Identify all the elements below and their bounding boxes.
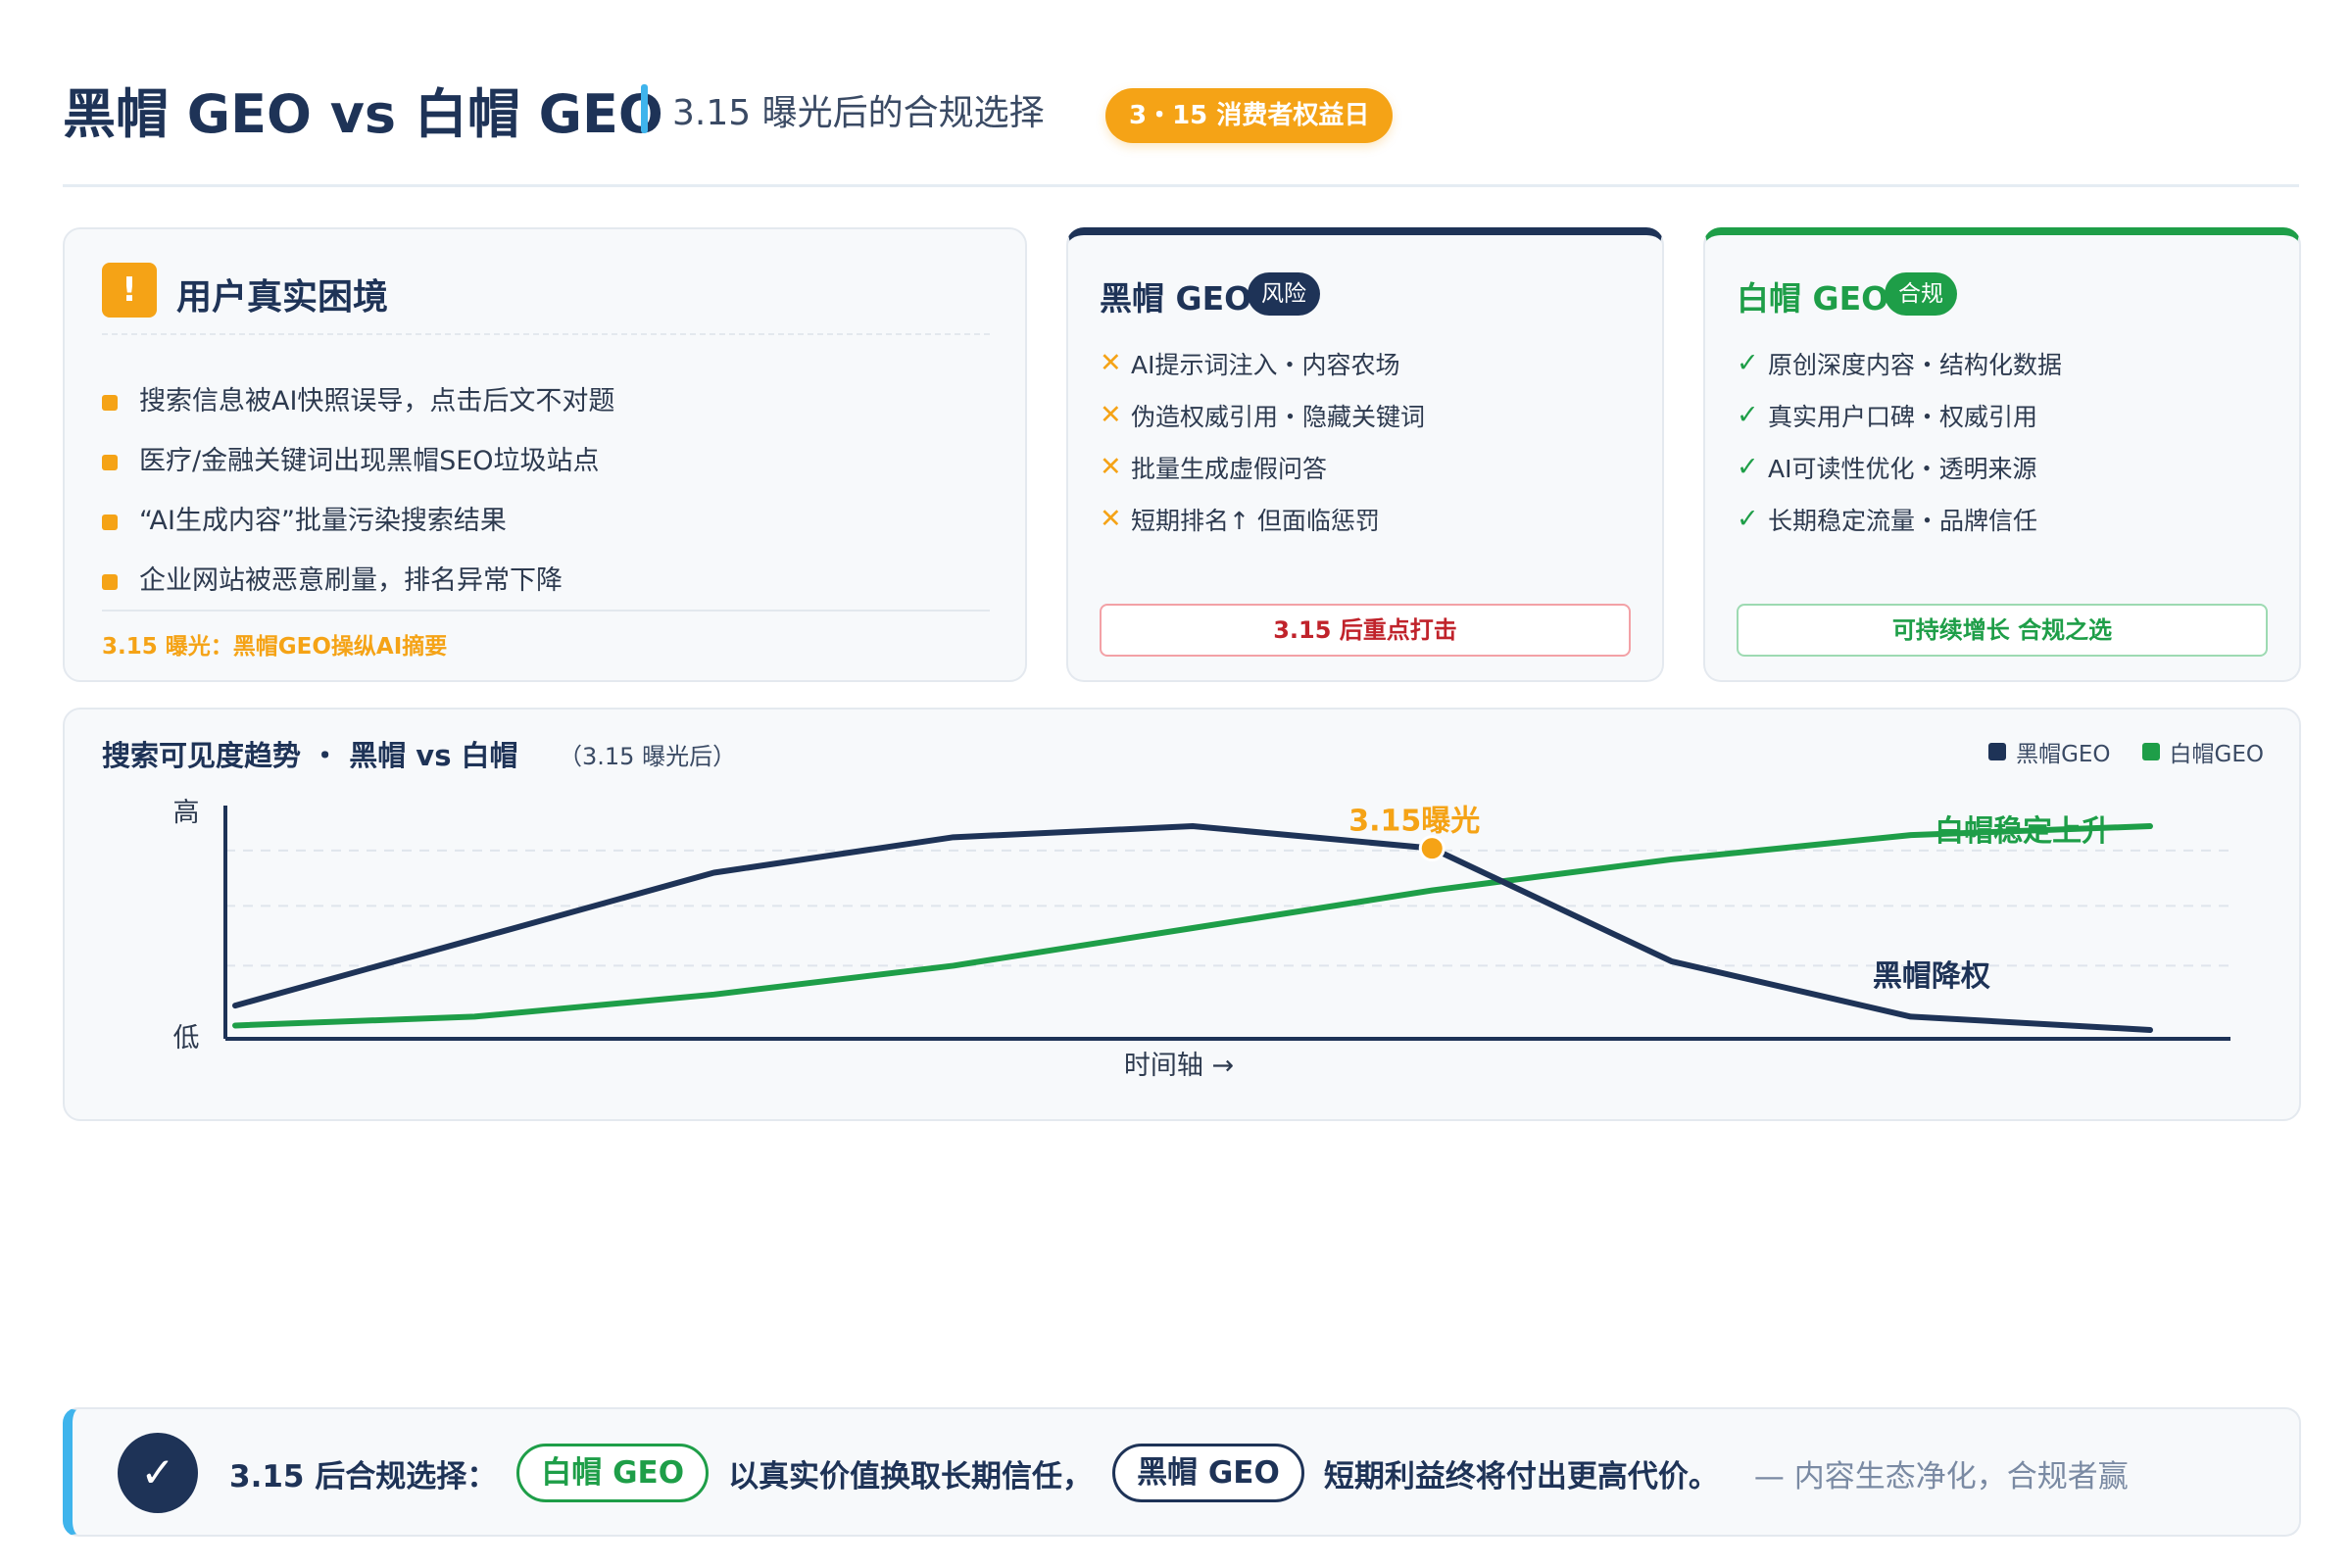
title-accent-bar xyxy=(641,84,648,133)
cross-icon: ✕ xyxy=(1100,504,1122,534)
conclusion-text: 3.15 后合规选择： 白帽 GEO 以真实价值换取长期信任， 黑帽 GEO 短… xyxy=(229,1439,2129,1507)
page-subtitle: 3.15 曝光后的合规选择 xyxy=(672,93,1045,133)
check-icon: ✓ xyxy=(1737,400,1759,430)
conclusion-dash-tail: — 内容生态净化，合规者赢 xyxy=(1753,1458,2129,1494)
list-item: 搜索信息被AI快照误导，点击后文不对题 xyxy=(102,368,990,428)
white-item-text: 真实用户口碑・权威引用 xyxy=(1768,402,2038,431)
conclusion-lead: 3.15 后合规选择： xyxy=(229,1458,498,1494)
compliant-tag: 合规 xyxy=(1885,272,1957,316)
y-label-high: 高 xyxy=(173,798,200,828)
list-item: ✓ 原创深度内容・结构化数据 xyxy=(1737,337,2062,389)
white-geo-footer: 可持续增长 合规之选 xyxy=(1737,604,2268,657)
list-item: 医疗/金融关键词出现黑帽SEO垃圾站点 xyxy=(102,428,990,488)
list-item: ✕ 批量生成虚假问答 xyxy=(1100,441,1425,493)
list-item: “AI生成内容”批量污染搜索结果 xyxy=(102,488,990,548)
cross-icon: ✕ xyxy=(1100,452,1122,482)
pain-title: 用户真实困境 xyxy=(176,277,389,318)
black-geo-card: 黑帽 GEO 风险 ✕ AI提示词注入・内容农场 ✕ 伪造权威引用・隐藏关键词 ✕ 批… xyxy=(1066,227,1664,682)
exposure-marker xyxy=(1418,835,1446,862)
square-bullet-icon xyxy=(102,394,118,411)
check-icon: ✓ xyxy=(1737,452,1759,482)
cross-icon: ✕ xyxy=(1100,348,1122,378)
exposure-label: 3.15曝光 xyxy=(1348,805,1480,839)
warning-icon: ! xyxy=(102,263,157,318)
black-item-text: 伪造权威引用・隐藏关键词 xyxy=(1131,402,1426,431)
list-item: ✓ 长期稳定流量・品牌信任 xyxy=(1737,493,2062,545)
list-item: ✓ AI可读性优化・透明来源 xyxy=(1737,441,2062,493)
white-geo-card: 白帽 GEO 合规 ✓ 原创深度内容・结构化数据 ✓ 真实用户口碑・权威引用 ✓ AI… xyxy=(1703,227,2301,682)
pain-item-text: 搜索信息被AI快照误导，点击后文不对题 xyxy=(139,386,615,416)
white-item-text: 原创深度内容・结构化数据 xyxy=(1768,350,2063,379)
square-bullet-icon xyxy=(102,454,118,470)
check-circle-icon: ✓ xyxy=(118,1433,198,1513)
black-item-text: AI提示词注入・内容农场 xyxy=(1131,350,1400,379)
conclusion-banner: ✓ 3.15 后合规选择： 白帽 GEO 以真实价值换取长期信任， 黑帽 GEO… xyxy=(63,1407,2301,1537)
header-divider xyxy=(63,184,2299,187)
pain-footer: 3.15 曝光：黑帽GEO操纵AI摘要 xyxy=(102,634,448,660)
pain-points-card: ! 用户真实困境 搜索信息被AI快照误导，点击后文不对题 医疗/金融关键词出现黑… xyxy=(63,227,1027,682)
risk-tag: 风险 xyxy=(1248,272,1320,316)
white-geo-list: ✓ 原创深度内容・结构化数据 ✓ 真实用户口碑・权威引用 ✓ AI可读性优化・透明来源… xyxy=(1737,337,2062,545)
black-geo-footer: 3.15 后重点打击 xyxy=(1100,604,1631,657)
white-item-text: AI可读性优化・透明来源 xyxy=(1768,454,2037,483)
black-item-text: 批量生成虚假问答 xyxy=(1131,454,1328,483)
white-geo-title: 白帽 GEO xyxy=(1737,279,1889,318)
pain-footer-divider xyxy=(102,610,990,612)
list-item: ✓ 真实用户口碑・权威引用 xyxy=(1737,389,2062,441)
x-axis-label: 时间轴 → xyxy=(1124,1051,1234,1081)
pain-item-text: “AI生成内容”批量污染搜索结果 xyxy=(139,506,507,536)
white-trend-label: 白帽稳定上升 xyxy=(1935,814,2111,849)
pain-list: 搜索信息被AI快照误导，点击后文不对题 医疗/金融关键词出现黑帽SEO垃圾站点 … xyxy=(102,368,990,608)
trend-chart: 高低时间轴 → 3.15曝光 白帽稳定上升黑帽降权 xyxy=(173,798,2230,1081)
check-icon: ✓ xyxy=(1737,504,1759,534)
pain-item-text: 企业网站被恶意刷量，排名异常下降 xyxy=(139,565,563,596)
black-geo-list: ✕ AI提示词注入・内容农场 ✕ 伪造权威引用・隐藏关键词 ✕ 批量生成虚假问答 ✕ 短… xyxy=(1100,337,1425,545)
page-title: 黑帽 GEO vs 白帽 GEO xyxy=(63,83,663,145)
date-badge: 3・15 消费者权益日 xyxy=(1105,88,1394,143)
list-item: ✕ 短期排名↑ 但面临惩罚 xyxy=(1100,493,1425,545)
square-bullet-icon xyxy=(102,573,118,590)
list-item: ✕ 伪造权威引用・隐藏关键词 xyxy=(1100,389,1425,441)
black-geo-pill: 黑帽 GEO xyxy=(1112,1444,1304,1502)
list-item: ✕ AI提示词注入・内容农场 xyxy=(1100,337,1425,389)
black-geo-title: 黑帽 GEO xyxy=(1100,279,1252,318)
trend-chart-card: 搜索可见度趋势 ・ 黑帽 vs 白帽 （3.15 曝光后） 黑帽GEO 白帽GE… xyxy=(63,708,2301,1121)
y-label-low: 低 xyxy=(173,1023,200,1054)
conclusion-tail: 短期利益终将付出更高代价。 xyxy=(1323,1458,1719,1494)
page-header: 黑帽 GEO vs 白帽 GEO 3.15 曝光后的合规选择 3・15 消费者权… xyxy=(63,71,2297,188)
list-item: 企业网站被恶意刷量，排名异常下降 xyxy=(102,548,990,608)
black-trend-label: 黑帽降权 xyxy=(1873,959,1990,994)
pain-divider xyxy=(102,333,990,335)
square-bullet-icon xyxy=(102,514,118,530)
white-item-text: 长期稳定流量・品牌信任 xyxy=(1768,506,2038,535)
check-icon: ✓ xyxy=(1737,348,1759,378)
white-geo-pill: 白帽 GEO xyxy=(516,1444,710,1502)
cross-icon: ✕ xyxy=(1100,400,1122,430)
pain-item-text: 医疗/金融关键词出现黑帽SEO垃圾站点 xyxy=(139,446,600,476)
black-item-text: 短期排名↑ 但面临惩罚 xyxy=(1131,506,1380,535)
conclusion-mid: 以真实价值换取长期信任， xyxy=(728,1458,1094,1494)
